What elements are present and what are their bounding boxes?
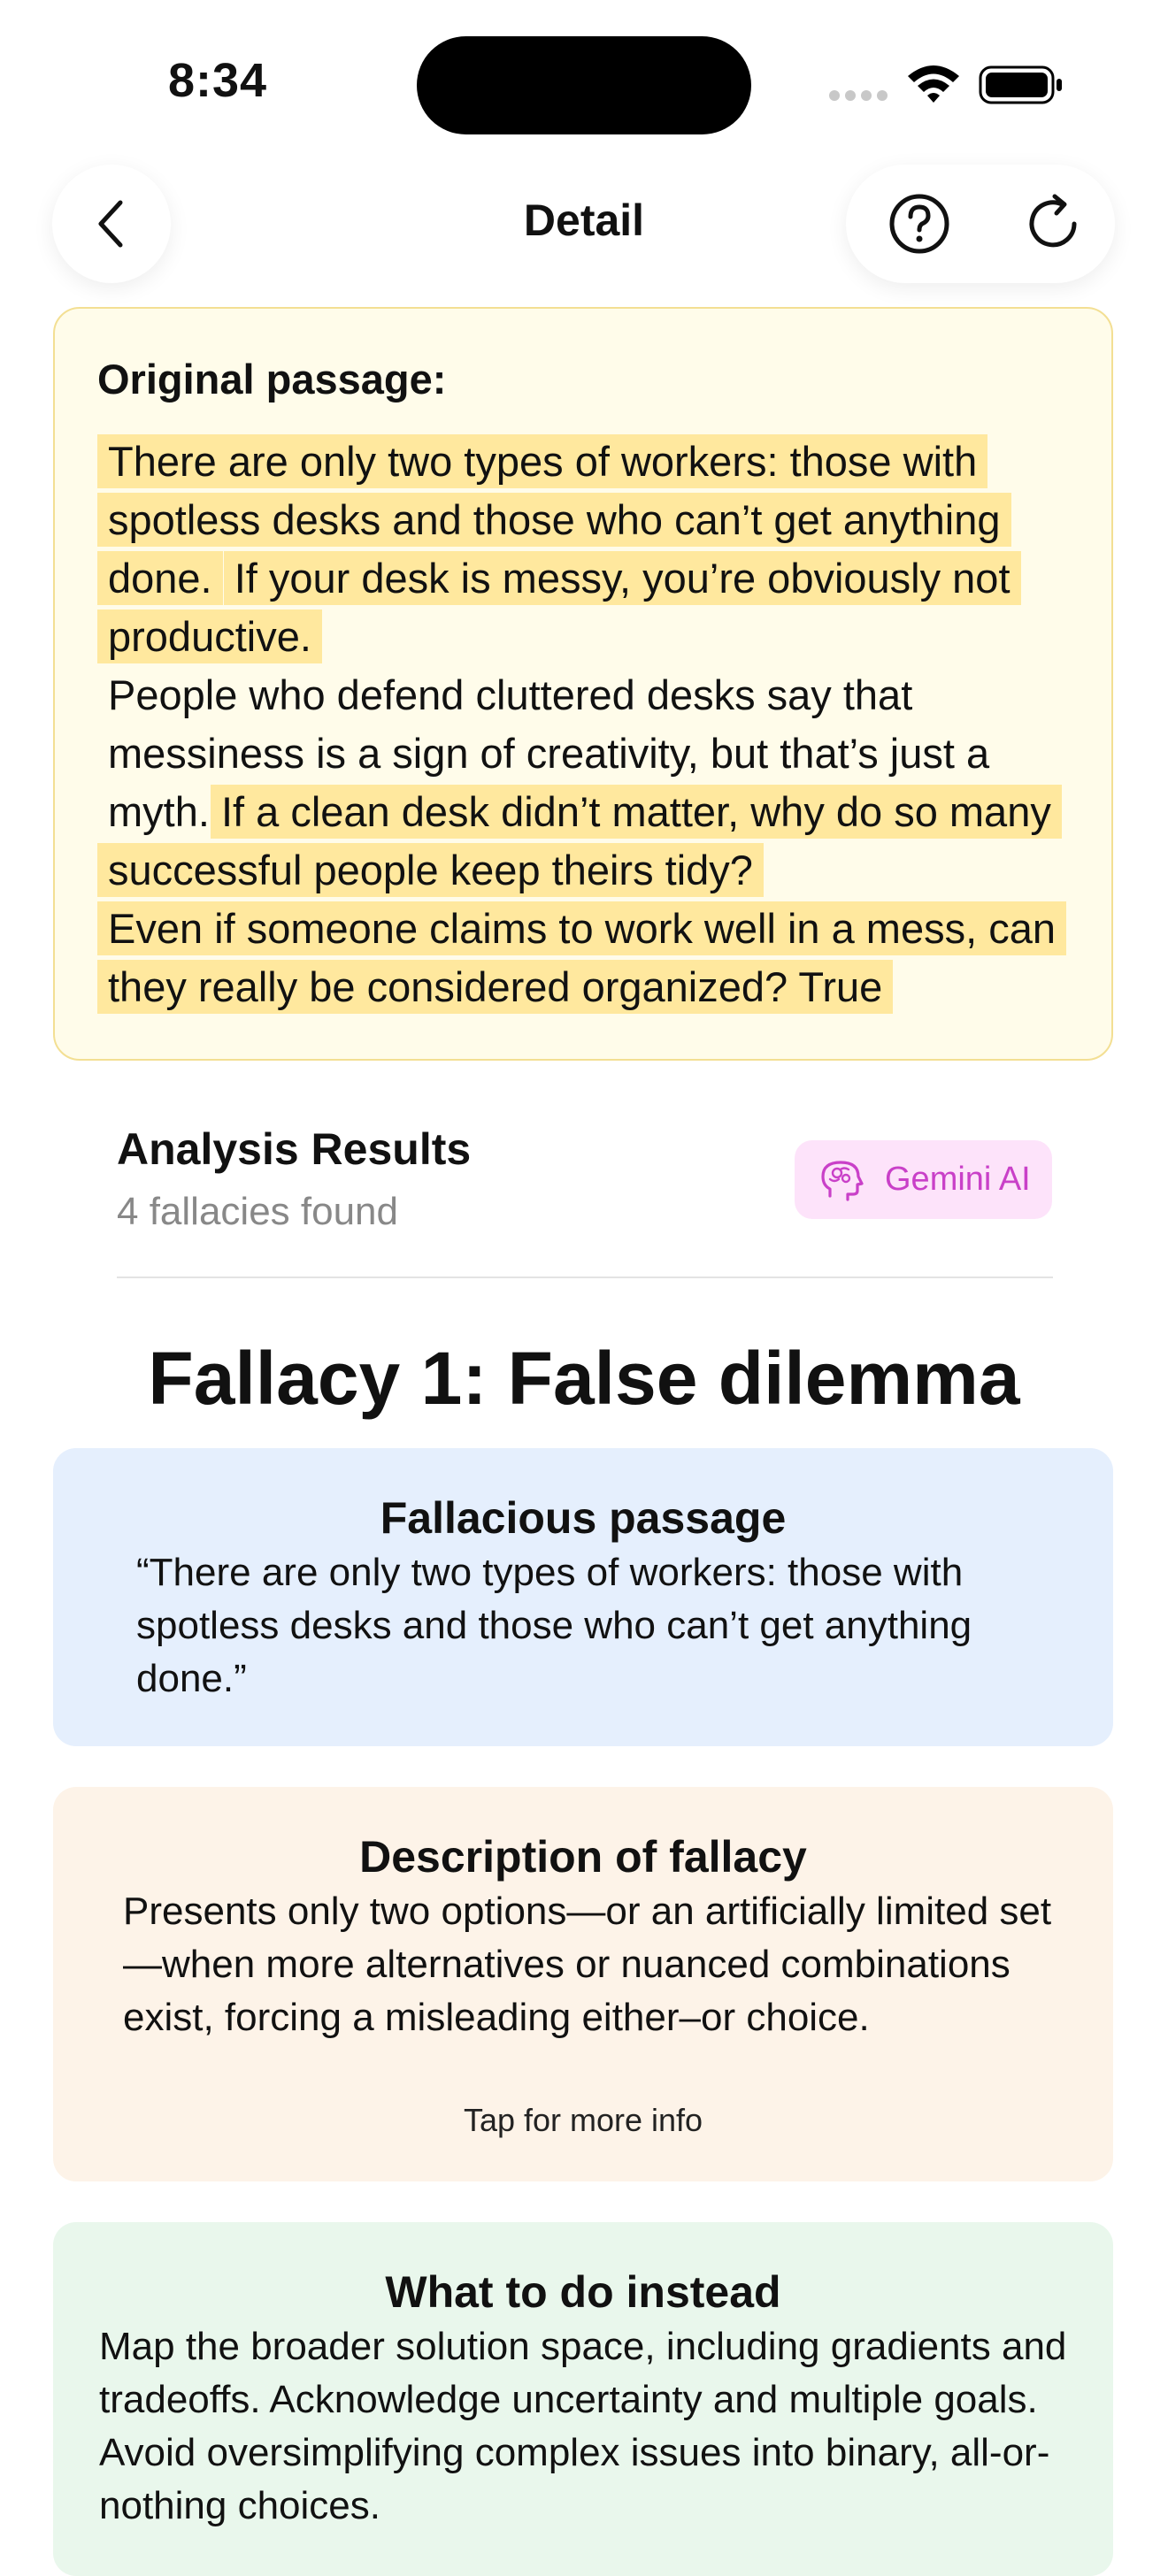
- question-circle-icon: [889, 194, 949, 254]
- dynamic-island: [417, 36, 751, 134]
- status-bar: 8:34: [0, 0, 1168, 159]
- help-button[interactable]: [884, 188, 955, 259]
- passage-text: There are only two types of workers: tho…: [97, 433, 1099, 1016]
- gemini-ai-badge: Gemini AI: [795, 1140, 1052, 1219]
- more-info-link[interactable]: Tap for more info: [53, 2102, 1113, 2139]
- description-card[interactable]: Description of fallacy Presents only two…: [53, 1787, 1113, 2181]
- card-title: What to do instead: [385, 2267, 781, 2317]
- results-title: Analysis Results: [117, 1124, 472, 1174]
- page-title: Detail: [523, 196, 645, 245]
- highlighted-segment: Even if someone claims to work well in a…: [97, 901, 1066, 1014]
- cellular-signal-icon: [829, 90, 888, 101]
- highlighted-segment: If a clean desk didn’t matter, why do so…: [97, 785, 1062, 897]
- card-title: Description of fallacy: [359, 1832, 807, 1882]
- wifi-icon: [908, 65, 959, 103]
- passage-label: Original passage:: [97, 356, 447, 402]
- chevron-left-icon: [98, 200, 123, 248]
- card-body: “There are only two types of workers: th…: [136, 1551, 972, 1700]
- what-to-do-card: What to do instead Map the broader solut…: [53, 2222, 1113, 2576]
- original-passage-card: Original passage: There are only two typ…: [53, 307, 1113, 1061]
- back-button[interactable]: [52, 165, 171, 283]
- status-time: 8:34: [168, 54, 268, 107]
- brain-icon: [821, 1160, 864, 1201]
- card-title: Fallacious passage: [380, 1493, 787, 1543]
- highlighted-segment: If your desk is messy, you’re obviously …: [97, 551, 1021, 663]
- card-body: Presents only two options—or an artifici…: [123, 1890, 1052, 2039]
- fallacious-passage-card: Fallacious passage “There are only two t…: [53, 1448, 1113, 1746]
- divider: [117, 1276, 1053, 1278]
- refresh-icon: [1029, 194, 1077, 248]
- fallacy-heading: Fallacy 1: False dilemma: [148, 1337, 1020, 1420]
- fallacy-count: 4 fallacies found: [117, 1190, 398, 1233]
- card-body: Map the broader solution space, includin…: [99, 2325, 1067, 2527]
- battery-icon: [979, 65, 1062, 104]
- header-actions: [846, 165, 1115, 283]
- refresh-button[interactable]: [1019, 188, 1090, 259]
- gemini-ai-label: Gemini AI: [885, 1161, 1031, 1198]
